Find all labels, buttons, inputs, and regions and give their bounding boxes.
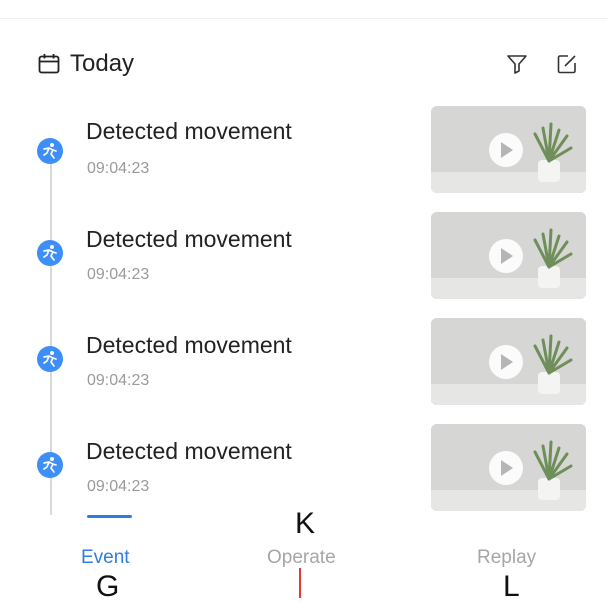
filter-icon[interactable] — [506, 53, 528, 75]
tab-operate[interactable]: Operate — [267, 547, 336, 569]
marker-k: K — [295, 507, 316, 540]
motion-event-icon — [37, 138, 63, 164]
list-header: Today — [38, 47, 578, 81]
event-item[interactable]: Detected movement 09:04:23 — [0, 106, 607, 212]
red-marker-line — [299, 568, 301, 598]
top-divider — [0, 0, 607, 19]
tab-replay[interactable]: Replay — [477, 547, 536, 569]
header-tools — [506, 53, 578, 75]
edit-icon[interactable] — [556, 53, 578, 75]
event-thumbnail[interactable] — [431, 212, 586, 299]
event-thumbnail[interactable] — [431, 424, 586, 511]
page-title: Today — [70, 50, 135, 77]
event-time: 09:04:23 — [87, 160, 150, 177]
event-time: 09:04:23 — [87, 478, 150, 495]
marker-l: L — [503, 570, 520, 603]
event-time: 09:04:23 — [87, 372, 150, 389]
event-title: Detected movement — [86, 438, 292, 464]
tab-event[interactable]: Event — [81, 547, 130, 569]
motion-event-icon — [37, 452, 63, 478]
event-title: Detected movement — [86, 118, 292, 144]
event-title: Detected movement — [86, 226, 292, 252]
motion-event-icon — [37, 240, 63, 266]
event-item[interactable]: Detected movement 09:04:23 — [0, 318, 607, 424]
motion-event-icon — [37, 346, 63, 372]
event-thumbnail[interactable] — [431, 106, 586, 193]
event-item[interactable]: Detected movement 09:04:23 — [0, 212, 607, 318]
calendar-icon — [38, 54, 60, 74]
event-thumbnail[interactable] — [431, 318, 586, 405]
marker-g: G — [96, 570, 120, 603]
event-title: Detected movement — [86, 332, 292, 358]
active-tab-indicator — [87, 515, 132, 518]
event-time: 09:04:23 — [87, 266, 150, 283]
